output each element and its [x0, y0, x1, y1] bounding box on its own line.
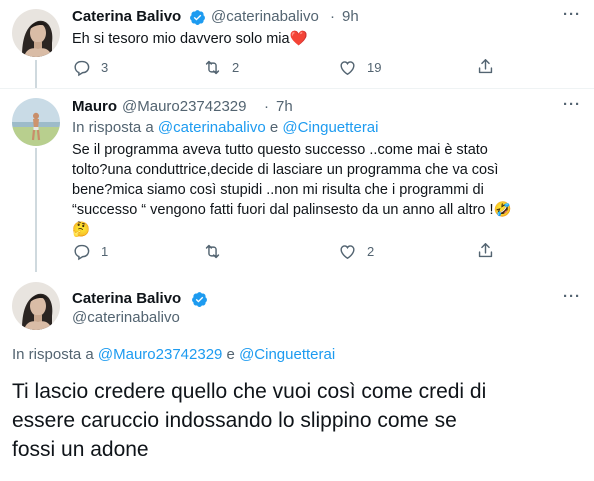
timestamp[interactable]: 9h [342, 8, 359, 25]
more-icon[interactable]: ··· [563, 288, 581, 305]
more-icon[interactable]: ··· [563, 6, 581, 23]
author-handle[interactable]: @Mauro23742329 [122, 98, 246, 115]
avatar-mauro[interactable] [12, 98, 60, 146]
share-button[interactable] [476, 57, 495, 76]
share-icon [478, 59, 493, 74]
retweet-icon [205, 60, 220, 75]
like-icon [340, 245, 355, 260]
retweet-button[interactable] [203, 242, 222, 261]
author-handle[interactable]: @caterinabalivo [72, 309, 180, 326]
author-name[interactable]: Mauro [72, 98, 117, 115]
like-icon [340, 61, 355, 76]
reply-context: In risposta a @Mauro23742329 e @Cinguett… [12, 346, 336, 363]
reply-count: 1 [101, 244, 109, 259]
thread-connector [35, 60, 37, 88]
avatar-caterina[interactable] [12, 9, 60, 57]
timestamp-separator: · [330, 8, 335, 25]
more-icon[interactable]: ··· [563, 96, 581, 113]
tweet-text: Ti lascio credere quello che vuoi così c… [12, 380, 487, 461]
share-button[interactable] [476, 241, 495, 260]
mention-link[interactable]: @caterinabalivo [158, 119, 266, 136]
retweet-count: 2 [232, 60, 240, 75]
verified-badge-icon [192, 292, 207, 307]
reply-button[interactable]: 3 [72, 58, 108, 77]
mention-link[interactable]: @Cinguetterai [239, 346, 335, 363]
timestamp[interactable]: 7h [276, 98, 293, 115]
timestamp-separator: · [264, 98, 269, 115]
divider [0, 88, 594, 89]
tweet-text: Eh si tesoro mio davvero solo mia❤️ [72, 31, 308, 47]
mention-link[interactable]: @Mauro23742329 [98, 346, 222, 363]
reply-context: In risposta a @caterinabalivo e @Cinguet… [72, 119, 379, 136]
mention-link[interactable]: @Cinguetterai [282, 119, 378, 136]
reply-icon [74, 60, 90, 77]
like-count: 19 [367, 60, 382, 75]
like-count: 2 [367, 244, 375, 259]
share-icon [478, 243, 493, 258]
heart-emoji: ❤️ [289, 31, 308, 47]
author-name[interactable]: Caterina Balivo [72, 290, 181, 307]
reply-button[interactable]: 1 [72, 242, 108, 261]
author-handle[interactable]: @caterinabalivo [211, 8, 319, 25]
author-name[interactable]: Caterina Balivo [72, 8, 181, 25]
retweet-button[interactable]: 2 [203, 58, 239, 77]
avatar-caterina[interactable] [12, 282, 60, 330]
reply-icon [74, 244, 90, 261]
thread-connector [35, 148, 37, 272]
like-button[interactable]: 19 [338, 58, 381, 77]
verified-badge-icon [190, 10, 205, 25]
tweet-text: Se il programma aveva tutto questo succe… [72, 142, 512, 238]
reply-count: 3 [101, 60, 109, 75]
like-button[interactable]: 2 [338, 242, 374, 261]
retweet-icon [205, 244, 220, 259]
